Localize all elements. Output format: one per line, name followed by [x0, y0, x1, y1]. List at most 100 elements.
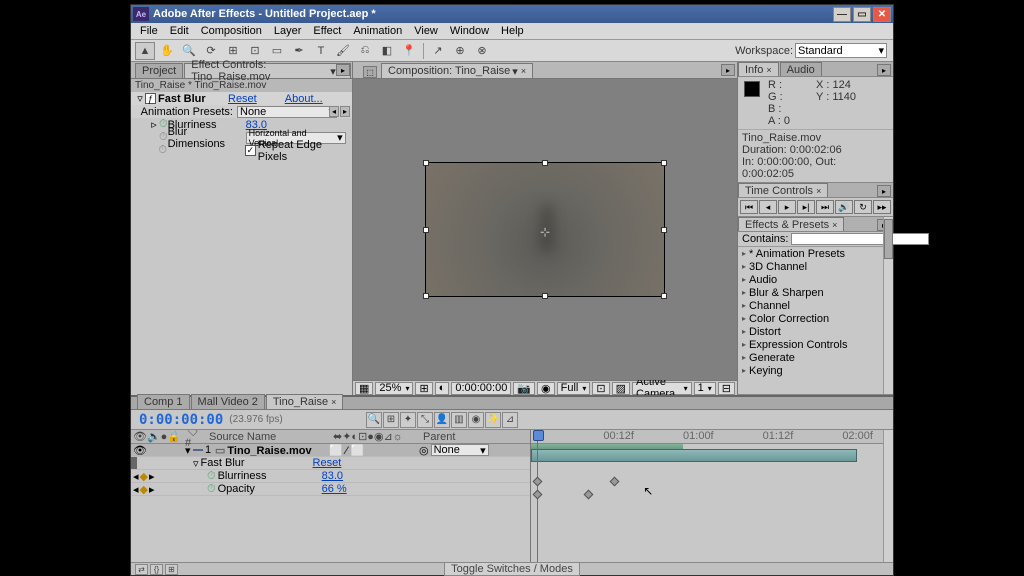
close-icon[interactable]: × [521, 66, 526, 76]
preset-folder[interactable]: ▸Channel [738, 299, 893, 312]
workspace-dropdown[interactable]: Standard▾ [795, 43, 887, 58]
panel-menu-icon[interactable]: ▸ [336, 64, 350, 76]
timeline-timecode[interactable]: 0:00:00:00 [139, 412, 223, 428]
local-axis-icon[interactable]: ↗ [428, 42, 448, 60]
parent-dropdown[interactable]: None▾ [431, 444, 489, 456]
next-preset-icon[interactable]: ▸ [340, 106, 350, 117]
layer-duration-bar[interactable] [531, 449, 857, 462]
zoom-dropdown[interactable]: 25% [375, 382, 413, 395]
toggle-switches-modes-button[interactable]: Toggle Switches / Modes [444, 562, 580, 576]
preset-folder[interactable]: ▸Expression Controls [738, 338, 893, 351]
keyframe-icon[interactable] [609, 477, 619, 487]
transparency-icon[interactable]: ▨ [612, 382, 630, 395]
prev-frame-button[interactable]: ◂ [759, 200, 777, 214]
add-keyframe-icon[interactable]: ◆ [140, 470, 148, 483]
keyframe-icon[interactable] [584, 490, 594, 500]
first-frame-button[interactable]: ⏮ [740, 200, 758, 214]
menu-help[interactable]: Help [496, 25, 529, 37]
add-keyframe-icon[interactable]: ◆ [140, 483, 148, 496]
menu-effect[interactable]: Effect [308, 25, 346, 37]
preset-folder[interactable]: ▸Blur & Sharpen [738, 286, 893, 299]
preset-folder[interactable]: ▸Keying [738, 364, 893, 377]
pan-behind-tool-icon[interactable]: ⊡ [245, 42, 265, 60]
eraser-tool-icon[interactable]: ◧ [377, 42, 397, 60]
resize-handle[interactable] [661, 160, 667, 166]
toggle-switches-icon[interactable]: ⇄ [135, 564, 148, 575]
close-icon[interactable]: × [766, 65, 771, 75]
timeline-ruler[interactable]: 00:12f 01:00f 01:12f 02:00f [531, 430, 893, 444]
views-dropdown[interactable]: 1 [694, 382, 716, 395]
shy-icon[interactable]: 👤 [434, 412, 450, 428]
roi-icon[interactable]: ⊡ [592, 382, 609, 395]
audio-button[interactable]: 🔊 [835, 200, 853, 214]
rotate-tool-icon[interactable]: ⟳ [201, 42, 221, 60]
pen-tool-icon[interactable]: ✒ [289, 42, 309, 60]
tab-info[interactable]: Info× [738, 62, 779, 76]
tab-effects-presets[interactable]: Effects & Presets× [738, 217, 844, 231]
grid-icon[interactable]: ▦ [355, 382, 373, 395]
collapse-icon[interactable]: ⤡ [417, 412, 433, 428]
layer-row[interactable]: 👁 ▾ 1 ▭Tino_Raise.mov ⬜ ⁄ ⬜ ◎ None▾ [131, 444, 530, 457]
layer-name[interactable]: ▭Tino_Raise.mov [213, 444, 327, 457]
close-button[interactable]: ✕ [873, 7, 891, 22]
brainstorm-icon[interactable]: ✨ [485, 412, 501, 428]
resolution-dropdown[interactable]: Full [557, 382, 591, 395]
draft-3d-icon[interactable]: ✦ [400, 412, 416, 428]
search-icon[interactable]: 🔍 [366, 412, 382, 428]
selection-tool-icon[interactable]: ▲ [135, 42, 155, 60]
play-button[interactable]: ▸ [778, 200, 796, 214]
twirl-down-icon[interactable]: ▿ [135, 92, 145, 105]
twirl-right-icon[interactable]: ▹ [149, 118, 159, 131]
menu-window[interactable]: Window [445, 25, 494, 37]
loop-button[interactable]: ↻ [854, 200, 872, 214]
maximize-button[interactable]: ▭ [853, 7, 871, 22]
prev-preset-icon[interactable]: ◂ [329, 106, 339, 117]
animation-presets-dropdown[interactable]: None▾ [237, 106, 337, 118]
type-tool-icon[interactable]: T [311, 42, 331, 60]
next-keyframe-icon[interactable]: ▸ [149, 470, 155, 483]
tab-mall-video[interactable]: Mall Video 2 [191, 394, 265, 409]
timeline-reset-link[interactable]: Reset [313, 457, 342, 469]
in-out-icon[interactable]: {} [150, 564, 163, 575]
anchor-point-icon[interactable]: ⊹ [540, 225, 550, 235]
menu-layer[interactable]: Layer [269, 25, 307, 37]
preset-folder[interactable]: ▸Distort [738, 325, 893, 338]
mask-toggle-icon[interactable]: ◐ [435, 382, 450, 395]
pixel-aspect-icon[interactable]: ⊟ [718, 382, 735, 395]
modes-icon[interactable]: ⊞ [165, 564, 178, 575]
scrollbar[interactable] [883, 430, 893, 562]
frame-blend-icon[interactable]: ▥ [451, 412, 467, 428]
tab-composition[interactable]: Composition: Tino_Raise▾× [381, 63, 533, 78]
minimize-button[interactable]: — [833, 7, 851, 22]
close-icon[interactable]: × [816, 186, 821, 196]
tab-time-controls[interactable]: Time Controls× [738, 183, 828, 197]
stopwatch-icon[interactable]: ⏱ [158, 144, 167, 157]
snapshot-icon[interactable]: 📷 [513, 382, 535, 395]
resize-handle[interactable] [542, 293, 548, 299]
menu-animation[interactable]: Animation [348, 25, 407, 37]
panel-menu-icon[interactable]: ▸ [877, 185, 891, 197]
menu-edit[interactable]: Edit [165, 25, 194, 37]
resize-handle[interactable] [661, 293, 667, 299]
layer-av-toggles[interactable]: 👁 [131, 444, 183, 457]
zoom-tool-icon[interactable]: 🔍 [179, 42, 199, 60]
resize-handle[interactable] [542, 160, 548, 166]
repeat-edge-checkbox[interactable]: ✓ [245, 145, 256, 156]
last-frame-button[interactable]: ⏭ [816, 200, 834, 214]
stopwatch-icon[interactable]: ⏱ [207, 483, 216, 496]
panel-menu-icon[interactable]: ▸ [877, 64, 891, 76]
ram-preview-button[interactable]: ▸▸ [873, 200, 891, 214]
fx-enable-checkbox[interactable]: ƒ [145, 93, 156, 104]
puppet-tool-icon[interactable]: 📍 [399, 42, 419, 60]
close-icon[interactable]: × [331, 397, 336, 407]
layer-switches[interactable]: ⬜ ⁄ ⬜ [327, 444, 417, 457]
prev-keyframe-icon[interactable]: ◂ [133, 483, 139, 496]
graph-editor-icon[interactable]: ⊿ [502, 412, 518, 428]
resize-handle[interactable] [423, 227, 429, 233]
reset-link[interactable]: Reset [228, 93, 257, 105]
tab-comp1[interactable]: Comp 1 [137, 394, 190, 409]
resize-handle[interactable] [423, 160, 429, 166]
resize-handle[interactable] [423, 293, 429, 299]
prev-keyframe-icon[interactable]: ◂ [133, 470, 139, 483]
layer-color-label[interactable] [193, 449, 203, 451]
